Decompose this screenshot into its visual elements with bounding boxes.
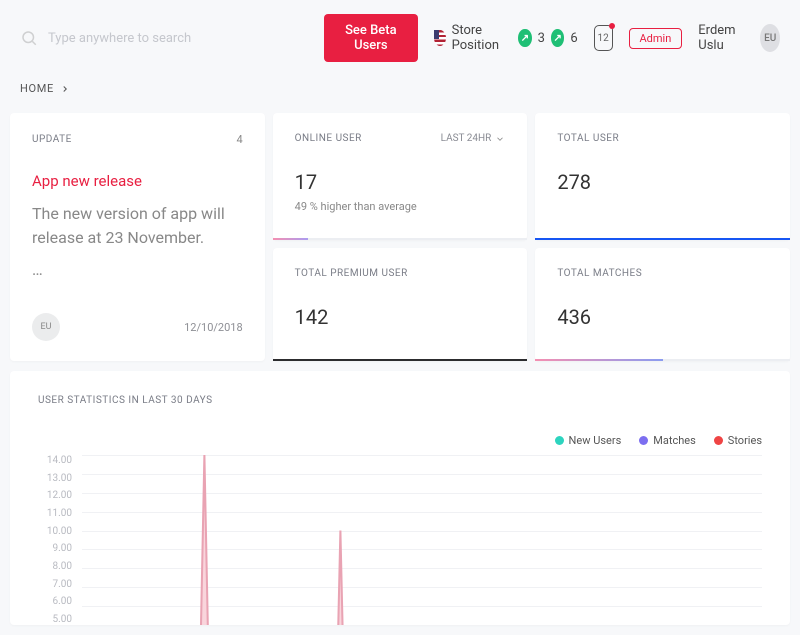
search-input[interactable]: [48, 31, 308, 46]
update-title: App new release: [32, 172, 243, 190]
update-count: 4: [236, 133, 242, 146]
update-body: The new version of app will release at 2…: [32, 202, 243, 250]
total-premium-card: TOTAL PREMIUM USER 142: [273, 248, 528, 362]
update-date: 12/10/2018: [184, 321, 243, 334]
store-position[interactable]: Store Position ↗3 ↗6: [434, 23, 578, 53]
avatar[interactable]: EU: [760, 24, 780, 52]
chart-legend: New Users Matches Stories: [38, 434, 762, 447]
total-premium-label: TOTAL PREMIUM USER: [295, 268, 408, 279]
total-user-value: 278: [557, 170, 768, 194]
total-premium-value: 142: [295, 305, 506, 329]
online-user-value: 17: [295, 170, 506, 194]
admin-badge: Admin: [629, 28, 683, 49]
total-matches-label: TOTAL MATCHES: [557, 268, 642, 279]
store-position-label: Store Position: [452, 23, 513, 53]
online-user-label: ONLINE USER: [295, 133, 362, 144]
legend-new-users[interactable]: New Users: [555, 434, 622, 447]
total-user-card: TOTAL USER 278: [535, 113, 790, 240]
search-icon: [20, 29, 38, 47]
breadcrumb[interactable]: HOME: [0, 76, 800, 113]
legend-matches[interactable]: Matches: [639, 434, 696, 447]
dot-icon: [555, 436, 564, 445]
see-beta-users-button[interactable]: See Beta Users: [324, 14, 418, 62]
legend-stories[interactable]: Stories: [714, 434, 762, 447]
total-user-label: TOTAL USER: [557, 133, 619, 144]
update-label: UPDATE: [32, 134, 72, 145]
user-name[interactable]: Erdem Uslu: [698, 23, 744, 53]
chevron-down-icon: [495, 134, 505, 144]
online-user-sub: 49 % higher than average: [295, 200, 506, 213]
range-selector[interactable]: LAST 24HR: [441, 133, 506, 144]
chart-title: USER STATISTICS IN LAST 30 DAYS: [38, 395, 762, 406]
update-author-avatar[interactable]: EU: [32, 313, 60, 341]
online-user-card: ONLINE USER LAST 24HR 17 49 % higher tha…: [273, 113, 528, 240]
dot-icon: [714, 436, 723, 445]
update-ellipsis: …: [32, 260, 243, 279]
arrow-up-icon: ↗: [518, 29, 531, 47]
user-statistics-card: USER STATISTICS IN LAST 30 DAYS New User…: [10, 371, 790, 625]
total-matches-card: TOTAL MATCHES 436: [535, 248, 790, 362]
progress-bar: [273, 359, 528, 361]
dot-icon: [639, 436, 648, 445]
arrow-up-icon: ↗: [551, 29, 564, 47]
progress-bar: [535, 238, 790, 240]
us-flag-icon: [434, 30, 446, 46]
progress-bar: [535, 359, 662, 361]
notification-calendar[interactable]: 12: [594, 25, 613, 51]
total-matches-value: 436: [557, 305, 768, 329]
update-card: UPDATE 4 App new release The new version…: [10, 113, 265, 361]
progress-bar: [273, 238, 309, 240]
chevron-right-icon: [60, 84, 70, 94]
breadcrumb-home[interactable]: HOME: [20, 82, 54, 95]
